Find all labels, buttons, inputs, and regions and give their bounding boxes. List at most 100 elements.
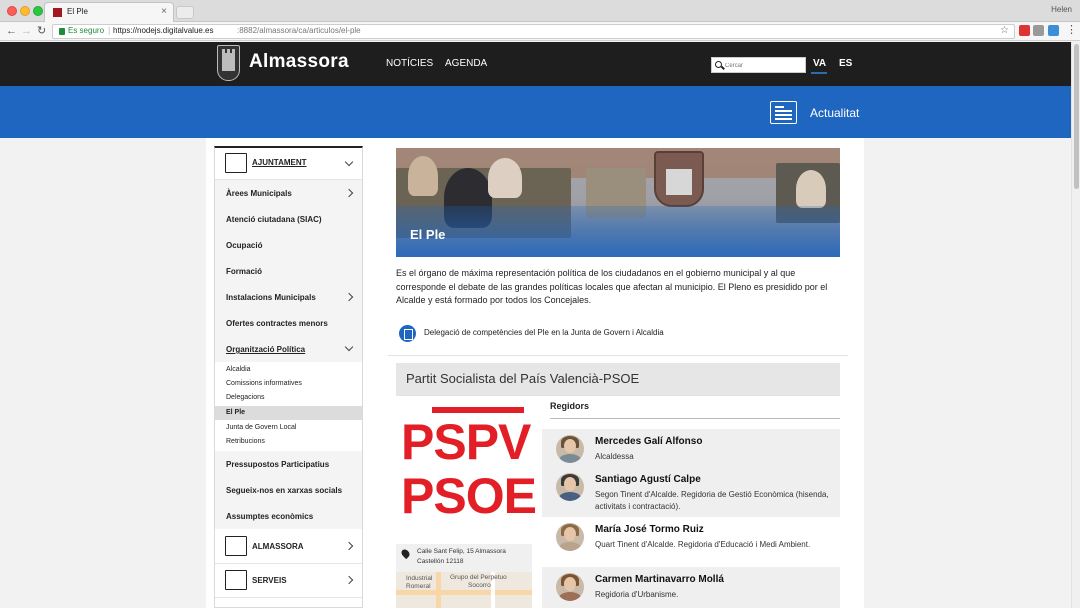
extension-icon[interactable] <box>1019 25 1030 36</box>
document-link-label: Delegació de competències del Ple en la … <box>424 328 664 337</box>
party-logo-line: PSOE <box>401 468 537 524</box>
intro-paragraph: Es el órgano de máxima representación po… <box>396 268 828 305</box>
maximize-window-button[interactable] <box>33 6 43 16</box>
sidebar-item-label: Organització Política <box>226 345 306 354</box>
url-field[interactable]: Es seguro | https://nodejs.digitalvalue.… <box>52 24 1015 39</box>
search-icon <box>715 61 722 68</box>
sidebar-item-arees-municipals[interactable]: Àrees Municipals <box>215 180 362 206</box>
sidebar-item-xarxes-socials[interactable]: Segueix-nos en xarxas socials <box>215 477 362 503</box>
web-page: Almassora NOTÍCIES AGENDA VA ES Actualit… <box>0 42 1071 608</box>
party-title: Partit Socialista del País Valencià-PSOE <box>406 371 640 386</box>
sidebar-item-label: Ocupació <box>226 241 263 250</box>
chevron-right-icon <box>344 188 354 198</box>
secure-label: Es seguro <box>68 26 105 35</box>
party-logo-line: PSPV <box>401 414 531 470</box>
site-header: Almassora NOTÍCIES AGENDA VA ES <box>0 42 1071 86</box>
hero-title: El Ple <box>410 227 446 242</box>
page-scrollbar[interactable] <box>1071 42 1080 608</box>
submenu-item-junta-govern[interactable]: Junta de Govern Local <box>215 421 362 435</box>
sidebar-section-almassora[interactable]: ALMASSORA <box>215 530 362 564</box>
member-card[interactable]: Carmen Martinavarro Mollá Regidoria d'Ur… <box>542 567 840 608</box>
sidebar-item-assumptes-economics[interactable]: Assumptes econòmics <box>215 503 362 529</box>
regidors-title: Regidors <box>550 401 590 411</box>
sidebar-item-ofertes[interactable]: Ofertes contractes menors <box>215 310 362 336</box>
sidebar-section-label: AJUNTAMENT <box>252 158 307 167</box>
town-hall-icon <box>225 153 247 173</box>
language-va[interactable]: VA <box>813 58 826 69</box>
browser-user[interactable]: Helen <box>1051 5 1072 14</box>
sidebar-section-ajuntament[interactable]: AJUNTAMENT <box>215 148 362 180</box>
section-banner: Actualitat <box>0 86 1071 138</box>
member-card[interactable]: María José Tormo Ruiz Quart Tinent d'Alc… <box>542 517 840 567</box>
sidebar-item-label: Pressupostos Participatius <box>226 460 330 469</box>
sidebar-item-pressupostos[interactable]: Pressupostos Participatius <box>215 451 362 477</box>
submenu-item-comissions[interactable]: Comissions informatives <box>215 377 362 391</box>
tab-title: El Ple <box>67 7 88 16</box>
hero-image: El Ple <box>396 148 840 257</box>
submenu-item-alcaldia[interactable]: Alcaldia <box>215 363 362 377</box>
close-window-button[interactable] <box>7 6 17 16</box>
sidebar-item-label: Ofertes contractes menors <box>226 319 328 328</box>
browser-tab-bar: El Ple × Helen <box>0 0 1080 22</box>
url-path: :8882/almassora/ca/articulos/el-ple <box>237 26 361 35</box>
sidebar-item-ocupacio[interactable]: Ocupació <box>215 232 362 258</box>
nav-agenda[interactable]: AGENDA <box>445 58 487 69</box>
avatar <box>556 473 584 501</box>
sidebar-item-siac[interactable]: Atenció ciutadana (SIAC) <box>215 206 362 232</box>
browser-menu-icon[interactable]: ⋮ <box>1066 23 1077 37</box>
language-es[interactable]: ES <box>839 58 852 69</box>
content-card: AJUNTAMENT Àrees Municipals Atenció ciut… <box>206 138 864 608</box>
sidebar-section-serveis[interactable]: SERVEIS <box>215 564 362 598</box>
avatar <box>556 573 584 601</box>
member-name: Mercedes Galí Alfonso <box>595 436 703 447</box>
services-hands-icon <box>225 570 247 590</box>
member-card[interactable]: Mercedes Galí Alfonso Alcaldessa <box>542 429 840 467</box>
location-map[interactable]: Industrial Romeral Grupo del Perpetuo So… <box>396 572 532 608</box>
banner-title[interactable]: Actualitat <box>810 106 859 120</box>
municipal-coat-of-arms <box>654 151 704 207</box>
tab-close-icon[interactable]: × <box>161 6 167 17</box>
party-logo: PSPV PSOE <box>396 404 537 524</box>
sidebar-section-label: SERVEIS <box>252 576 287 585</box>
chevron-right-icon <box>344 541 354 551</box>
search-box[interactable] <box>711 57 806 73</box>
member-card[interactable]: Santiago Agustí Calpe Segon Tinent d'Alc… <box>542 467 840 517</box>
submenu-item-el-ple[interactable]: El Ple <box>215 406 362 420</box>
sidebar-item-instalacions[interactable]: Instalacions Municipals <box>215 284 362 310</box>
sidebar-item-label: Instalacions Municipals <box>226 293 316 302</box>
browser-tab[interactable]: El Ple × <box>44 2 174 22</box>
divider <box>396 395 840 396</box>
address-line: Castellón 12118 <box>417 558 464 565</box>
new-tab-button[interactable] <box>176 6 194 19</box>
document-link[interactable]: Delegació de competències del Ple en la … <box>399 324 839 344</box>
back-arrow-icon[interactable]: ← <box>6 24 17 38</box>
sidebar-item-organitzacio-politica[interactable]: Organització Política <box>215 336 362 362</box>
submenu-label: Junta de Govern Local <box>226 424 297 431</box>
city-shield-logo-icon[interactable] <box>217 45 240 81</box>
submenu-label: Retribucions <box>226 438 265 445</box>
nav-noticies[interactable]: NOTÍCIES <box>386 58 433 69</box>
scrollbar-thumb[interactable] <box>1074 44 1079 189</box>
favicon-icon <box>53 8 62 17</box>
submenu-label: El Ple <box>226 409 246 416</box>
reload-icon[interactable]: ↻ <box>37 24 46 38</box>
minimize-window-button[interactable] <box>20 6 30 16</box>
extension-icon[interactable] <box>1048 25 1059 36</box>
sidebar-item-formacio[interactable]: Formació <box>215 258 362 284</box>
bookmark-star-icon[interactable]: ☆ <box>1000 25 1009 36</box>
sidebar: AJUNTAMENT Àrees Municipals Atenció ciut… <box>214 146 363 608</box>
camera-extension-icon[interactable] <box>1033 25 1044 36</box>
pdf-document-icon <box>399 325 416 342</box>
forward-arrow-icon[interactable]: → <box>21 24 32 38</box>
search-input[interactable] <box>725 60 803 71</box>
map-label: Grupo del Perpetuo <box>450 574 507 581</box>
sidebar-item-label: Formació <box>226 267 263 276</box>
site-brand[interactable]: Almassora <box>249 51 349 73</box>
member-name: María José Tormo Ruiz <box>595 524 704 535</box>
submenu-item-retribucions[interactable]: Retribucions <box>215 435 362 449</box>
chevron-down-icon <box>344 342 354 352</box>
submenu-item-delegacions[interactable]: Delegacions <box>215 391 362 405</box>
newspaper-icon <box>770 101 797 124</box>
url-host: https://nodejs.digitalvalue.es <box>113 26 214 35</box>
member-role: Alcaldessa <box>595 452 634 461</box>
